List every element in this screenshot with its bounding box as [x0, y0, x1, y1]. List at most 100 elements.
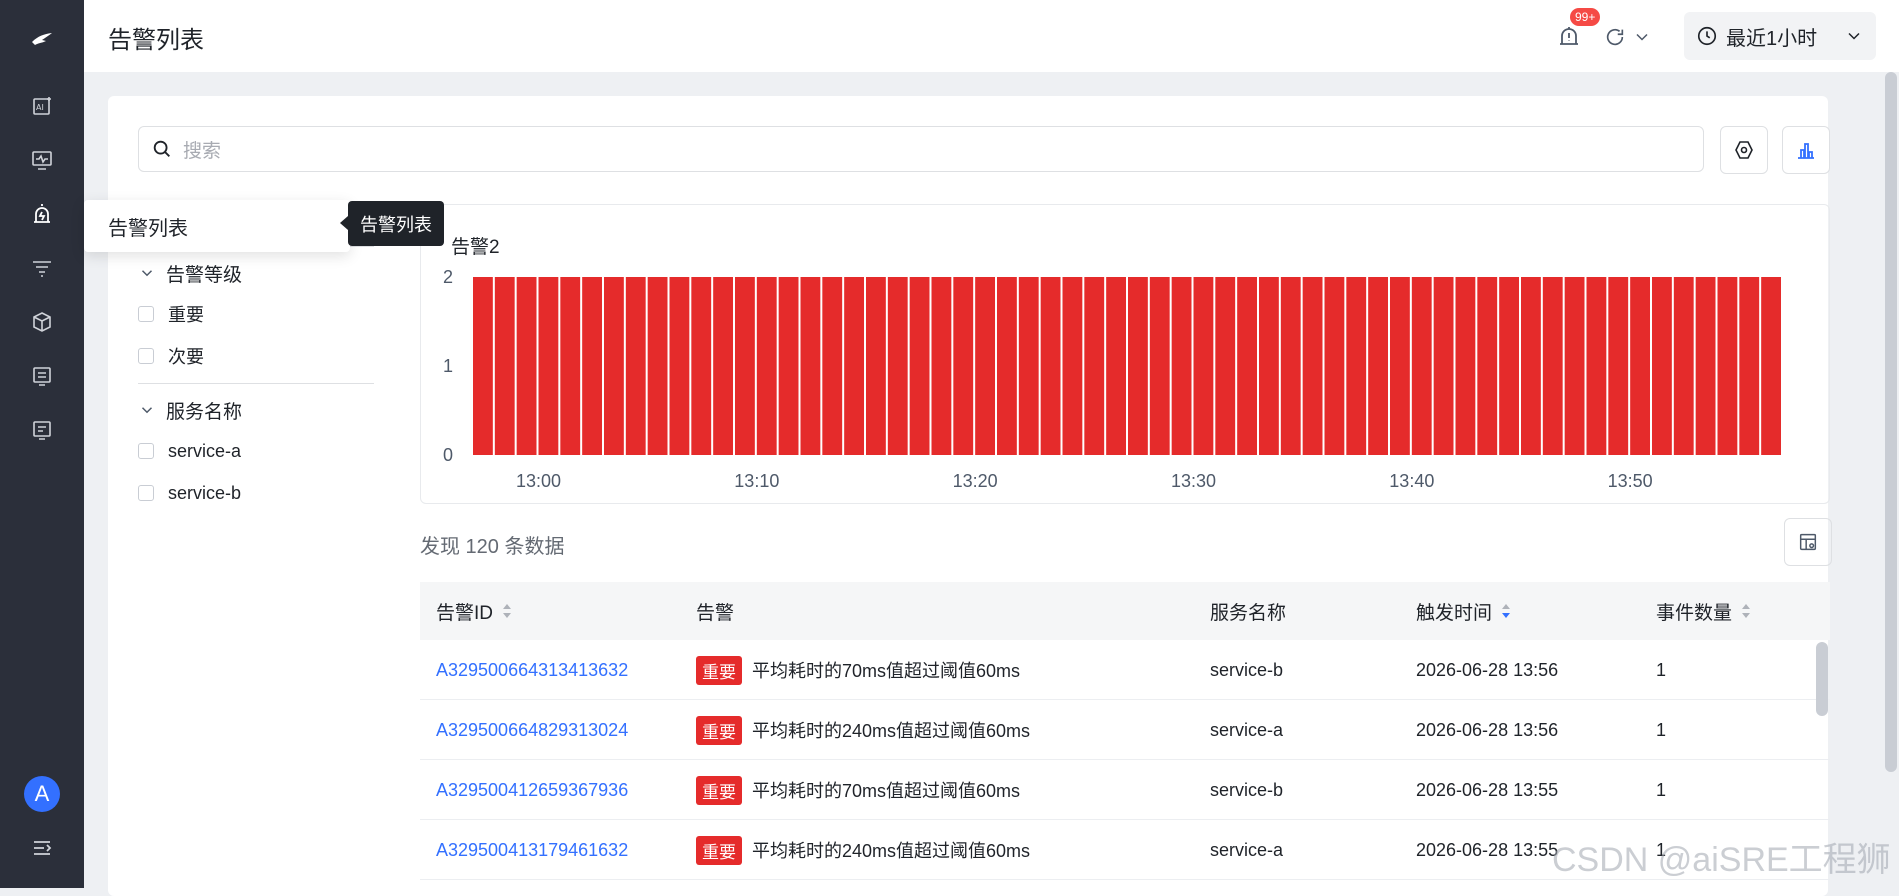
histogram-bar — [494, 277, 515, 455]
checkbox[interactable] — [138, 443, 154, 459]
alert-text: 平均耗时的70ms值超过阈值60ms — [752, 781, 1021, 801]
time-cell: 2026-06-28 13:56 — [1416, 719, 1559, 740]
column-header-time[interactable]: 触发时间 — [1416, 598, 1512, 625]
alarm-icon[interactable] — [24, 196, 60, 232]
cube-icon[interactable] — [24, 304, 60, 340]
histogram-bar — [625, 277, 646, 455]
histogram-bar — [1193, 277, 1214, 455]
histogram-bar — [1564, 277, 1585, 455]
histogram-bar — [1739, 277, 1760, 455]
histogram-bar — [1346, 277, 1367, 455]
histogram-bar — [1695, 277, 1716, 455]
notification-bell-icon[interactable] — [1554, 22, 1584, 52]
filter-option-important[interactable]: 重要 — [138, 293, 374, 335]
column-title: 告警 — [696, 602, 735, 624]
histogram-bar — [778, 277, 799, 455]
refresh-control[interactable] — [1604, 22, 1658, 52]
x-tick-label: 13:20 — [953, 471, 998, 491]
filter-option-service-a[interactable]: service-a — [138, 430, 374, 472]
severity-tag: 重要 — [696, 835, 742, 865]
severity-tag: 重要 — [696, 715, 742, 745]
column-settings-button[interactable] — [1784, 518, 1832, 566]
table-row[interactable]: A329500412659367936 重要 平均耗时的70ms值超过阈值60ms s… — [420, 760, 1830, 820]
alert-text: 平均耗时的240ms值超过阈值60ms — [752, 841, 1031, 861]
histogram-bar — [516, 277, 537, 455]
search-icon — [153, 140, 170, 157]
sort-icon[interactable] — [1500, 601, 1512, 621]
table-row[interactable]: A329500664313413632 重要 平均耗时的70ms值超过阈值60ms s… — [420, 640, 1830, 700]
list-alt-icon[interactable] — [24, 412, 60, 448]
histogram-bar — [1521, 277, 1541, 455]
histogram-bar — [1149, 277, 1170, 455]
column-header-alert: 告警 — [696, 598, 734, 625]
histogram-bar — [1652, 277, 1672, 455]
logo-icon[interactable] — [24, 22, 60, 58]
table-scrollbar[interactable] — [1816, 642, 1828, 716]
y-tick-label: 2 — [443, 267, 453, 287]
refresh-icon[interactable] — [1604, 26, 1626, 48]
service-cell: service-b — [1210, 659, 1284, 680]
filter-list-icon[interactable] — [24, 250, 60, 286]
chevron-down-icon[interactable] — [138, 264, 156, 282]
chart-toggle-button[interactable] — [1782, 126, 1830, 174]
column-title: 事件数量 — [1656, 602, 1733, 624]
histogram-bar — [1673, 277, 1694, 455]
list-icon[interactable] — [24, 358, 60, 394]
chevron-down-icon[interactable] — [138, 401, 156, 419]
filter-panel: 告警等级 重要 次要 服务名称 service-a service-b — [138, 236, 374, 514]
monitor-icon[interactable] — [24, 142, 60, 178]
count-cell: 1 — [1656, 719, 1667, 740]
histogram-bar — [691, 277, 712, 455]
column-header-id[interactable]: 告警ID — [436, 598, 513, 625]
histogram-bar — [997, 277, 1017, 455]
time-cell: 2026-06-28 13:55 — [1416, 779, 1559, 800]
alert-cell: 重要 平均耗时的70ms值超过阈值60ms — [696, 640, 1020, 700]
histogram-bar — [1390, 277, 1410, 455]
alert-cell: 重要 平均耗时的240ms值超过阈值60ms — [696, 820, 1030, 880]
column-header-count[interactable]: 事件数量 — [1656, 598, 1752, 625]
filter-group-title: 服务名称 — [166, 401, 243, 423]
sidebar-menu-popup-alert-list[interactable]: 告警列表 — [84, 200, 350, 252]
alert-id-link[interactable]: A329500413179461632 — [436, 820, 628, 880]
checkbox[interactable] — [138, 348, 154, 364]
filter-option-service-b[interactable]: service-b — [138, 472, 374, 514]
histogram-bar — [866, 277, 886, 455]
clock-icon — [1697, 26, 1717, 46]
histogram-bar — [1259, 277, 1279, 455]
chevron-down-icon[interactable] — [1632, 27, 1652, 47]
histogram-bar — [931, 277, 952, 455]
histogram-bar — [844, 277, 864, 455]
time-range-picker[interactable]: 最近1小时 — [1684, 12, 1876, 60]
alert-id-link[interactable]: A329500664829313024 — [436, 700, 628, 760]
histogram-bar — [1411, 277, 1432, 455]
search-placeholder: 搜索 — [183, 140, 222, 162]
alert-histogram: 告警2 2 1 0 13:00 13:10 13:20 13:30 13:40 13:50 — [420, 204, 1830, 504]
histogram-bar — [887, 277, 908, 455]
alert-cell: 重要 平均耗时的70ms值超过阈值60ms — [696, 760, 1020, 820]
chevron-down-icon[interactable] — [1844, 26, 1864, 46]
avatar[interactable]: A — [24, 776, 60, 812]
histogram-bar — [1586, 277, 1607, 455]
page-scrollbar[interactable] — [1885, 72, 1897, 772]
sort-icon[interactable] — [1740, 601, 1752, 621]
histogram-bar — [756, 277, 777, 455]
sort-icon[interactable] — [501, 601, 513, 621]
tooltip: 告警列表 — [340, 201, 444, 246]
filter-group-title: 告警等级 — [166, 264, 243, 286]
checkbox[interactable] — [138, 485, 154, 501]
settings-button[interactable] — [1720, 126, 1768, 174]
table-row[interactable]: A329500664829313024 重要 平均耗时的240ms值超过阈值60ms… — [420, 700, 1830, 760]
filter-group-service[interactable]: 服务名称 — [138, 390, 374, 430]
y-tick-label: 1 — [443, 356, 453, 376]
histogram-bar — [1717, 277, 1738, 455]
collapse-icon[interactable] — [24, 830, 60, 866]
alert-id-link[interactable]: A329500664313413632 — [436, 640, 628, 700]
alert-id-link[interactable]: A329500412659367936 — [436, 760, 628, 820]
column-title: 服务名称 — [1210, 602, 1287, 624]
checkbox[interactable] — [138, 306, 154, 322]
search-input[interactable]: 搜索 — [138, 126, 1704, 172]
filter-group-level[interactable]: 告警等级 — [138, 253, 374, 293]
ai-analysis-icon[interactable]: AI — [24, 88, 60, 124]
filter-option-minor[interactable]: 次要 — [138, 335, 374, 377]
histogram-svg: 告警2 2 1 0 13:00 13:10 13:20 13:30 13:40 13:50 — [443, 236, 1781, 491]
